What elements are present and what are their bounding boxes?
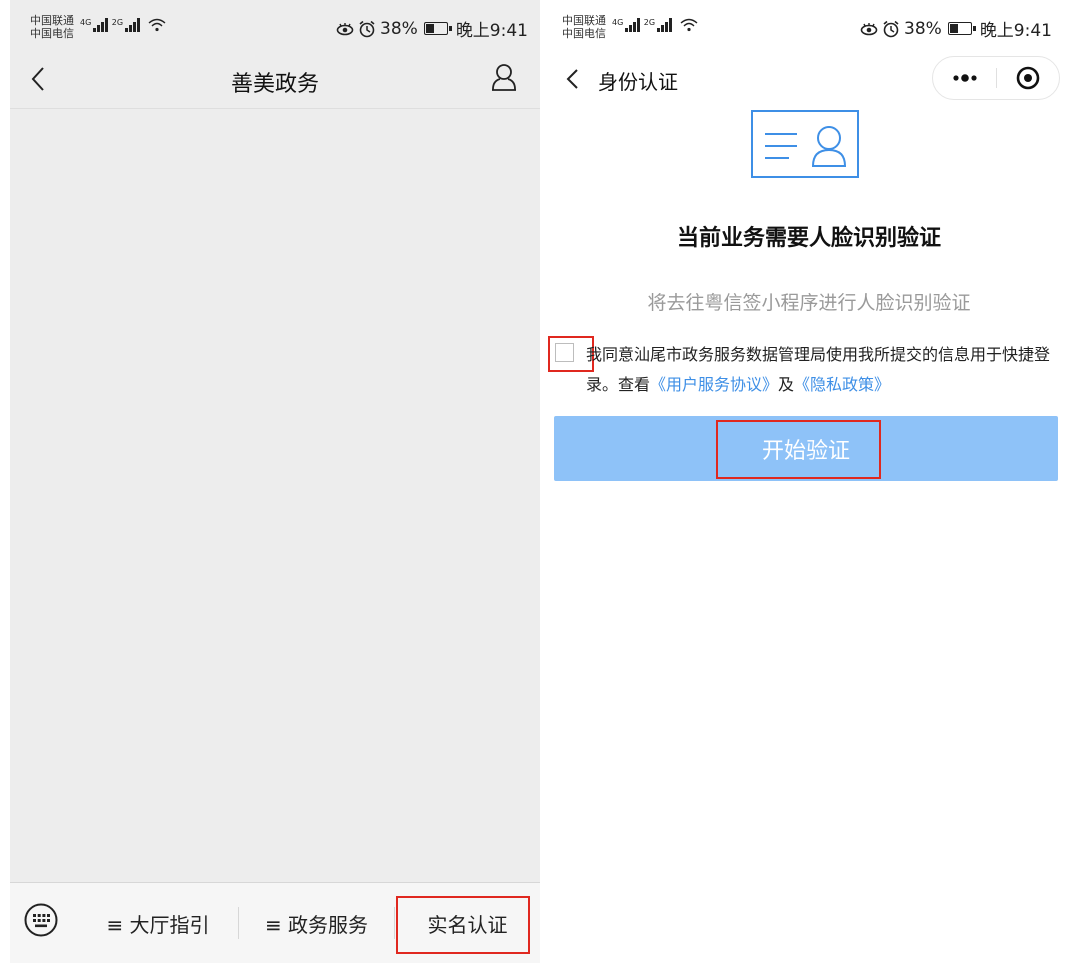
network-type-2: 2G bbox=[643, 18, 656, 27]
agreement-text-2: 及 bbox=[778, 375, 795, 394]
carriers: 中国联通 中国电信 bbox=[562, 14, 606, 40]
close-miniprogram-icon[interactable] bbox=[997, 57, 1059, 99]
eye-icon bbox=[860, 22, 878, 35]
more-icon[interactable] bbox=[933, 57, 996, 99]
alarm-icon bbox=[359, 20, 375, 37]
wifi-icon bbox=[148, 18, 166, 32]
signal-bars-icon bbox=[625, 18, 640, 32]
page-title: 善美政务 bbox=[230, 72, 319, 97]
privacy-policy-link[interactable]: 《隐私政策》 bbox=[794, 375, 890, 394]
status-right: 38% 晚上9:41 bbox=[860, 16, 1052, 41]
clock: 晚上9:41 bbox=[979, 21, 1052, 41]
carrier-2: 中国电信 bbox=[562, 27, 606, 40]
eye-icon bbox=[336, 22, 354, 35]
battery-icon bbox=[947, 22, 976, 35]
highlight-box bbox=[716, 420, 881, 479]
carriers: 中国联通 中国电信 bbox=[30, 14, 74, 40]
battery-percent: 38% bbox=[380, 18, 418, 39]
agreement-text: 我同意汕尾市政务服务数据管理局使用我所提交的信息用于快捷登录。查看《用户服务协议… bbox=[586, 340, 1062, 400]
bottom-menu: ≡ 大厅指引 ≡ 政务服务 实名认证 bbox=[10, 882, 540, 963]
network-type-2: 2G bbox=[111, 18, 124, 27]
battery-percent: 38% bbox=[904, 18, 942, 39]
battery-icon bbox=[423, 22, 452, 35]
carrier-2: 中国电信 bbox=[30, 27, 74, 40]
user-icon[interactable] bbox=[488, 62, 520, 94]
status-bar: 中国联通 中国电信 4G 2G 38% 晚上9:41 bbox=[548, 0, 1070, 52]
status-bar: 中国联通 中国电信 4G 2G 38% 晚上9:41 bbox=[10, 0, 540, 52]
signal-indicators: 4G 2G bbox=[612, 18, 698, 32]
face-verify-subtitle: 将去往粤信签小程序进行人脸识别验证 bbox=[647, 292, 971, 314]
status-right: 38% 晚上9:41 bbox=[336, 16, 528, 41]
back-icon[interactable] bbox=[560, 65, 586, 93]
keyboard-icon[interactable] bbox=[24, 903, 58, 937]
page-title: 身份认证 bbox=[598, 70, 678, 94]
user-agreement-link[interactable]: 《用户服务协议》 bbox=[650, 375, 778, 394]
signal-bars-icon bbox=[93, 18, 108, 32]
alarm-icon bbox=[883, 20, 899, 37]
signal-indicators: 4G 2G bbox=[80, 18, 166, 32]
left-phone-screen: 中国联通 中国电信 4G 2G 38% 晚上9:41 善美政务 ≡ 大厅指引 ≡… bbox=[10, 0, 540, 963]
clock: 晚上9:41 bbox=[455, 21, 528, 41]
nav-bar: 身份认证 bbox=[548, 52, 1070, 108]
id-card-icon bbox=[751, 110, 859, 178]
highlight-box bbox=[396, 896, 530, 954]
right-phone-screen: 中国联通 中国电信 4G 2G 38% 晚上9:41 身份认证 当前业务需要人脸… bbox=[548, 0, 1070, 963]
face-verify-heading: 当前业务需要人脸识别验证 bbox=[676, 226, 941, 251]
signal-bars-icon bbox=[125, 18, 140, 32]
carrier-1: 中国联通 bbox=[562, 14, 606, 27]
network-type-1: 4G bbox=[612, 18, 624, 27]
miniprogram-capsule bbox=[932, 56, 1060, 100]
network-type-1: 4G bbox=[80, 18, 92, 27]
menu-government-service[interactable]: ≡ 政务服务 bbox=[239, 883, 394, 963]
signal-bars-icon bbox=[657, 18, 672, 32]
carrier-1: 中国联通 bbox=[30, 14, 74, 27]
wifi-icon bbox=[680, 18, 698, 32]
nav-bar: 善美政务 bbox=[10, 52, 540, 109]
menu-hall-guide[interactable]: ≡ 大厅指引 bbox=[78, 883, 238, 963]
